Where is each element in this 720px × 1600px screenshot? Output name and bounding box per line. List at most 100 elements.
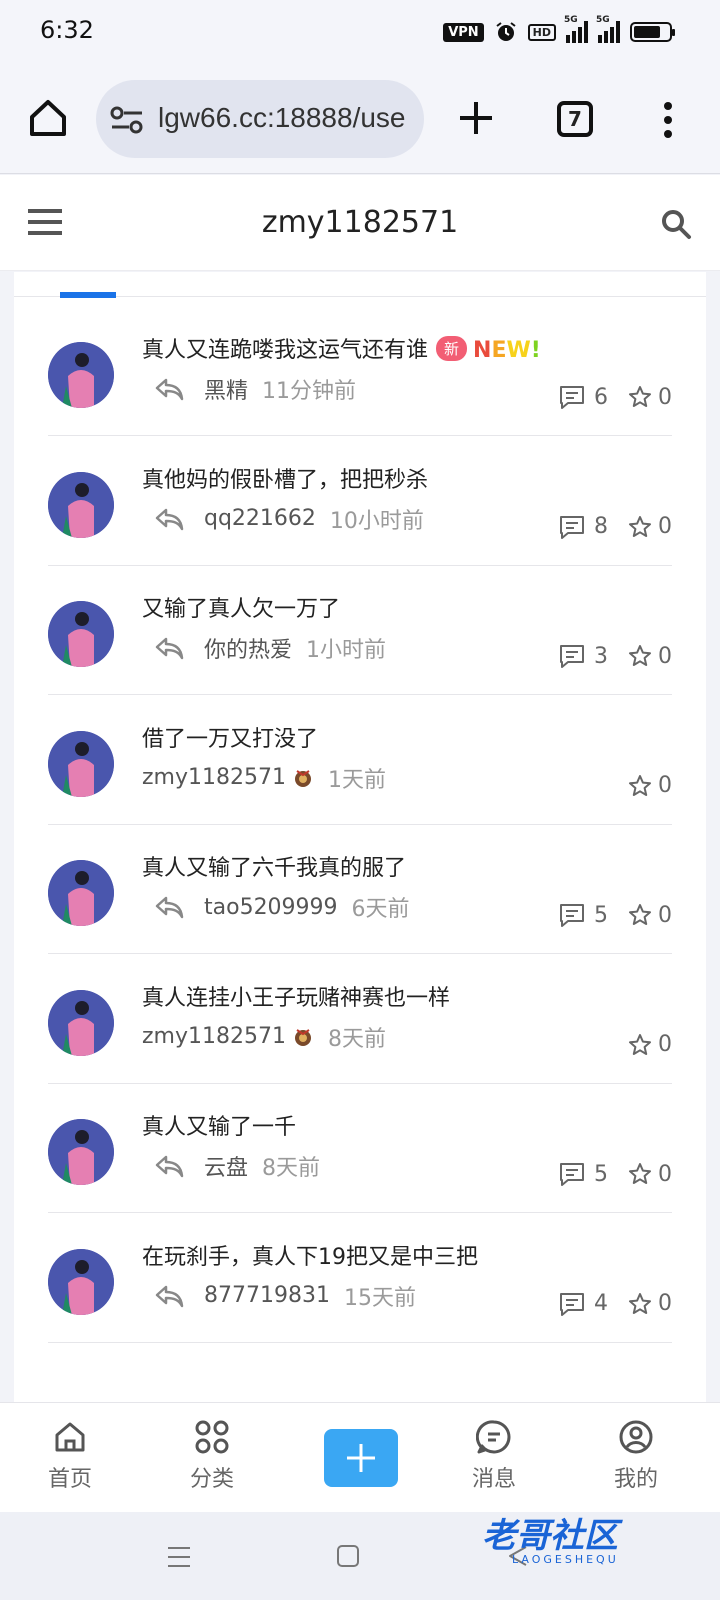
watermark-subtext: LAOGESHEQU (512, 1553, 619, 1566)
comment-icon (560, 386, 584, 409)
tabs-icon[interactable]: 7 (557, 101, 593, 137)
recent-apps-icon[interactable] (166, 1544, 192, 1570)
post-time: 15天前 (343, 1285, 416, 1311)
new-tag-letter: N (473, 338, 492, 363)
post-title[interactable]: 借了一万又打没了 (142, 721, 318, 753)
user-medal-icon (294, 1028, 311, 1046)
post-author[interactable]: 877719831 (204, 1283, 330, 1308)
post-title[interactable]: 真人又输了一千 (142, 1109, 296, 1141)
reply-icon (155, 378, 184, 401)
more-vert-icon[interactable] (660, 98, 676, 142)
reply-icon (155, 508, 184, 530)
post-row[interactable]: 在玩刹手，真人下19把又是中三把 877719831 15天前 4 0 (48, 1213, 672, 1343)
avatar[interactable] (48, 1248, 114, 1315)
post-time: 10小时前 (329, 508, 424, 534)
comment-count: 8 (594, 514, 608, 539)
post-stats: 50 (558, 1159, 672, 1189)
nav-messages[interactable]: 消息 (444, 1419, 544, 1493)
post-time: 1天前 (327, 767, 386, 793)
post-row[interactable]: 真他妈的假卧槽了，把把秒杀 qq221662 10小时前 8 0 (48, 436, 672, 566)
site-settings-icon[interactable] (110, 106, 144, 134)
post-row[interactable]: 真人连挂小王子玩赌神赛也一样 zmy1182571 8天前 0 (48, 954, 672, 1084)
post-list-card: 真人又连跪喽我这运气还有谁新 NEW! 黑精 11分钟前 6 0 真他妈的假卧槽了，把把秒杀… (14, 272, 706, 1402)
post-stats: 30 (558, 641, 672, 671)
url-text[interactable]: lgw66.cc:18888/use (158, 102, 406, 134)
post-author[interactable]: tao5209999 (204, 895, 338, 920)
avatar[interactable] (48, 342, 114, 408)
avatar[interactable] (48, 860, 114, 926)
post-title[interactable]: 又输了真人欠一万了 (142, 591, 340, 623)
avatar[interactable] (48, 471, 114, 538)
post-title[interactable]: 真人连挂小王子玩赌神赛也一样 (142, 980, 450, 1012)
post-row[interactable]: 真人又输了一千 云盘 8天前 5 0 (48, 1083, 672, 1213)
post-author[interactable]: 云盘 (204, 1150, 248, 1182)
post-row[interactable]: 又输了真人欠一万了你的热爱 1小时前 3 0 (48, 565, 672, 695)
star-icon[interactable] (628, 515, 652, 539)
home-circle-icon[interactable] (336, 1544, 360, 1568)
post-meta: 黑精 11分钟前 (142, 372, 356, 406)
post-author[interactable]: zmy1182571 (142, 765, 286, 790)
star-count: 0 (658, 1291, 672, 1316)
home-icon[interactable] (26, 96, 70, 140)
post-author[interactable]: qq221662 (204, 506, 316, 531)
star-icon[interactable] (628, 774, 652, 798)
star-icon[interactable] (628, 385, 652, 409)
user-medal-icon (294, 769, 311, 787)
star-icon[interactable] (628, 1292, 652, 1316)
avatar[interactable] (48, 989, 114, 1056)
avatar[interactable] (48, 1119, 114, 1185)
star-count: 0 (658, 514, 672, 539)
star-icon[interactable] (628, 644, 652, 668)
battery-icon (630, 22, 675, 42)
post-author[interactable]: zmy1182571 (142, 1024, 286, 1049)
search-icon[interactable] (660, 208, 692, 240)
post-title-text: 真他妈的假卧槽了，把把秒杀 (142, 467, 429, 493)
post-meta: 你的热爱 1小时前 (142, 631, 386, 665)
nav-messages-label: 消息 (471, 1467, 516, 1492)
tab-divider (14, 296, 706, 297)
nav-mine[interactable]: 我的 (586, 1419, 686, 1493)
post-title[interactable]: 在玩刹手，真人下19把又是中三把 (142, 1239, 478, 1271)
watermark-text: 老哥社区 (482, 1516, 618, 1556)
reply-icon (155, 1155, 184, 1178)
add-post-button[interactable] (324, 1429, 398, 1487)
post-title-text: 真人又连跪喽我这运气还有谁 (142, 338, 429, 363)
nav-category[interactable]: 分类 (162, 1419, 262, 1493)
post-row[interactable]: 借了一万又打没了 zmy1182571 1天前 0 (48, 695, 672, 825)
post-author[interactable]: 黑精 (204, 373, 248, 405)
post-title-text: 真人又输了一千 (142, 1115, 297, 1140)
nav-category-label: 分类 (189, 1467, 234, 1492)
post-stats: 0 (628, 1030, 672, 1060)
browser-toolbar: lgw66.cc:18888/use 7 (0, 64, 720, 174)
reply-icon (155, 637, 184, 660)
address-bar[interactable]: lgw66.cc:18888/use (96, 80, 424, 158)
post-stats: 0 (628, 771, 672, 801)
post-title[interactable]: 真人又输了六千我真的服了 (142, 850, 406, 882)
post-stats: 80 (558, 512, 672, 542)
post-title[interactable]: 真他妈的假卧槽了，把把秒杀 (142, 462, 428, 494)
star-count: 0 (658, 902, 672, 928)
post-meta: zmy1182571 8天前 (142, 1020, 386, 1054)
comment-icon (560, 1163, 584, 1186)
star-icon[interactable] (628, 1033, 652, 1057)
star-icon[interactable] (628, 1162, 652, 1186)
post-meta: tao5209999 6天前 (142, 890, 410, 924)
comment-count: 6 (594, 384, 608, 410)
comment-icon (560, 904, 584, 927)
post-row[interactable]: 真人又连跪喽我这运气还有谁新 NEW! 黑精 11分钟前 6 0 (48, 306, 672, 436)
comment-icon (560, 1292, 584, 1316)
avatar[interactable] (48, 601, 114, 667)
new-tag: NEW! (473, 338, 541, 363)
post-stats: 50 (558, 900, 672, 930)
post-author[interactable]: 你的热爱 (204, 632, 292, 664)
post-row[interactable]: 真人又输了六千我真的服了 tao5209999 6天前 5 0 (48, 824, 672, 954)
plus-icon[interactable] (456, 96, 496, 140)
avatar[interactable] (48, 730, 114, 797)
new-badge: 新 (436, 336, 468, 361)
status-bar: 6:32 VPN HD 5G 5G (0, 0, 720, 64)
post-title[interactable]: 真人又连跪喽我这运气还有谁新 NEW! (142, 332, 541, 364)
star-icon[interactable] (628, 903, 652, 927)
post-stats: 40 (558, 1289, 672, 1319)
nav-home[interactable]: 首页 (20, 1419, 120, 1493)
hd-icon: HD (527, 23, 556, 41)
